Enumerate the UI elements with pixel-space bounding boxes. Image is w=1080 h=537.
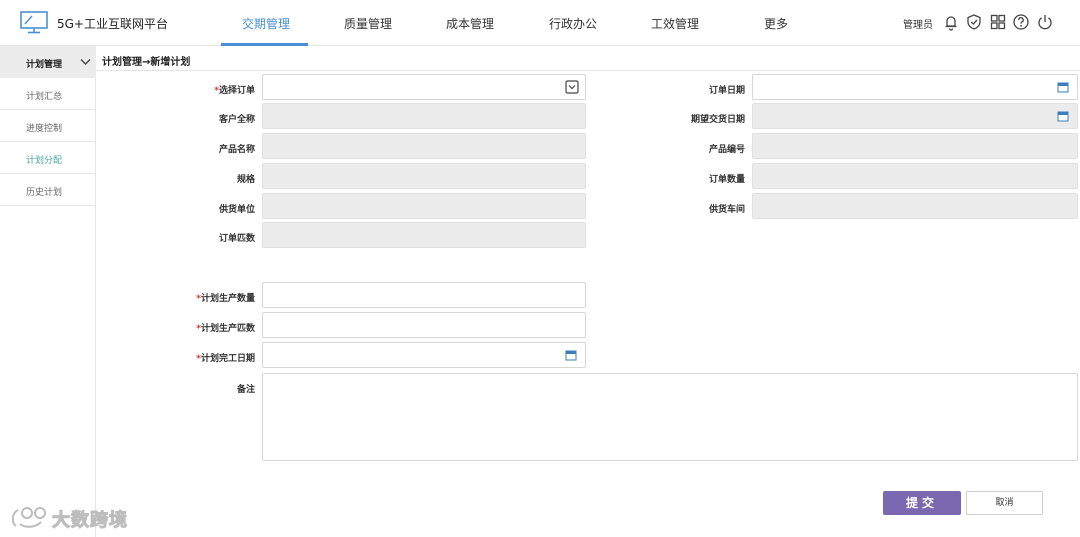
sidebar-item-label: 计划分配: [26, 156, 63, 166]
watermark-logo-icon: [11, 507, 46, 528]
plan-bolts-label: *计划生产匹数: [196, 324, 255, 334]
plan-finish-date-label: *计划完工日期: [196, 354, 255, 364]
chevron-down-icon: [80, 59, 91, 65]
plan-quantity-label: *计划生产数量: [196, 294, 255, 304]
power-icon[interactable]: [1036, 13, 1054, 31]
order-date-field[interactable]: [752, 74, 1078, 100]
calendar-icon[interactable]: [1057, 81, 1069, 93]
customer-name-field: [262, 103, 586, 129]
nav-more[interactable]: 更多: [764, 15, 788, 32]
expected-delivery-field: [752, 103, 1078, 129]
plan-finish-date-field[interactable]: [262, 342, 586, 368]
product-code-field: [752, 133, 1078, 159]
grid-icon[interactable]: [989, 13, 1007, 31]
customer-name-label: 客户全称: [218, 115, 255, 125]
sidebar-item-plan-summary[interactable]: 计划汇总: [0, 78, 96, 110]
supplier-label: 供货单位: [218, 205, 255, 215]
user-label[interactable]: 管理员: [903, 16, 933, 31]
submit-button[interactable]: 提交: [883, 491, 961, 515]
sidebar: 计划管理 计划汇总 进度控制 计划分配 历史计划: [0, 46, 96, 537]
plan-bolts-input[interactable]: [262, 312, 586, 338]
sidebar-group-plan-management[interactable]: 计划管理: [0, 46, 96, 78]
order-quantity-field: [752, 163, 1078, 189]
product-code-label: 产品编号: [708, 145, 745, 155]
nav-efficiency[interactable]: 工效管理: [651, 15, 699, 32]
watermark-text: 大数跨境: [52, 510, 128, 532]
order-bolts-label: 订单匹数: [218, 234, 255, 244]
spec-label: 规格: [236, 175, 255, 185]
sidebar-item-progress-control[interactable]: 进度控制: [0, 110, 96, 142]
sidebar-item-label: 计划汇总: [26, 92, 63, 102]
divider: [96, 70, 1080, 71]
order-select-label: *选择订单: [214, 86, 255, 96]
sidebar-group-label: 计划管理: [26, 60, 63, 70]
sidebar-item-label: 进度控制: [26, 124, 63, 134]
monitor-logo-icon: [20, 11, 48, 34]
nav-cost[interactable]: 成本管理: [446, 15, 494, 32]
product-name-label: 产品名称: [218, 145, 255, 155]
app-title: 5G+工业互联网平台: [57, 17, 168, 31]
top-bar: 5G+工业互联网平台 交期管理 质量管理 成本管理 行政办公 工效管理 更多 管…: [0, 0, 1080, 46]
sidebar-item-history-plan[interactable]: 历史计划: [0, 174, 96, 206]
cancel-button[interactable]: 取消: [966, 491, 1043, 515]
sidebar-item-plan-allocation[interactable]: 计划分配: [0, 142, 96, 174]
spec-field: [262, 163, 586, 189]
order-bolts-field: [262, 222, 586, 248]
nav-active-indicator: [221, 43, 308, 46]
remark-textarea[interactable]: [262, 373, 1078, 461]
plan-quantity-input[interactable]: [262, 282, 586, 308]
remark-label: 备注: [236, 385, 255, 395]
supplier-field: [262, 193, 586, 219]
calendar-icon: [1057, 111, 1069, 122]
bell-icon[interactable]: [942, 13, 960, 31]
nav-quality[interactable]: 质量管理: [344, 15, 392, 32]
shield-check-icon[interactable]: [965, 13, 983, 31]
order-quantity-label: 订单数量: [708, 175, 745, 185]
sidebar-item-label: 历史计划: [26, 188, 63, 198]
breadcrumb: 计划管理→新增计划: [102, 57, 191, 68]
help-icon[interactable]: [1012, 13, 1030, 31]
select-dropdown-icon[interactable]: [565, 80, 579, 94]
expected-delivery-label: 期望交货日期: [690, 115, 745, 125]
product-name-field: [262, 133, 586, 159]
nav-delivery[interactable]: 交期管理: [242, 15, 290, 32]
workshop-field: [752, 193, 1078, 219]
order-select[interactable]: [262, 74, 586, 100]
nav-admin-office[interactable]: 行政办公: [549, 15, 597, 32]
workshop-label: 供货车间: [708, 205, 745, 215]
calendar-icon[interactable]: [565, 349, 577, 361]
order-date-label: 订单日期: [708, 86, 745, 96]
